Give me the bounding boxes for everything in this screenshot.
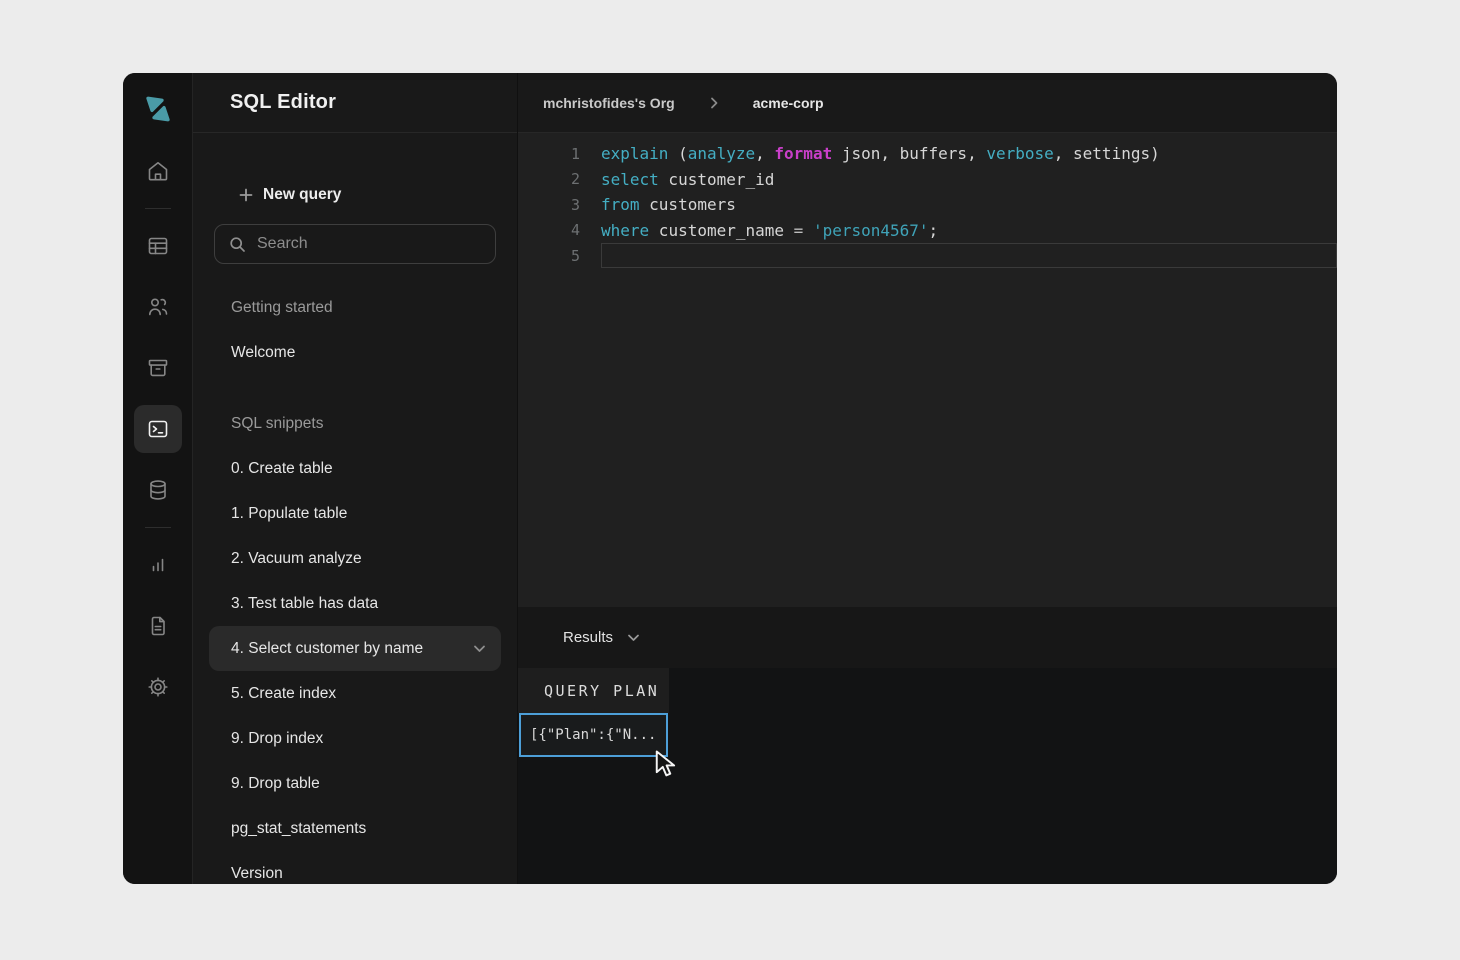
chevron-down-icon[interactable] [626, 630, 641, 645]
sidebar-item-label: 4. Select customer by name [231, 640, 423, 658]
code-token: select [601, 170, 659, 189]
main-area: mchristofides's Org acme-corp 1 explain (… [518, 73, 1337, 884]
sidebar-item-9-drop-index[interactable]: 9. Drop index [209, 716, 501, 761]
chevron-down-icon [472, 641, 487, 656]
code-text: from customers [601, 192, 1337, 217]
line-number: 4 [518, 221, 580, 239]
sidebar-item-label: 2. Vacuum analyze [231, 550, 362, 568]
grid-header-row: QUERY PLAN [518, 668, 1337, 713]
code-line: 4 where customer_name = 'person4567'; [518, 218, 1337, 244]
sidebar-item-label: 9. Drop index [231, 730, 323, 748]
code-token: = [794, 221, 804, 240]
query-sidebar: SQL Editor New query Search Getting star… [193, 73, 518, 884]
code-token: ; [929, 221, 939, 240]
sidebar-item-4-select-customer-by-name[interactable]: 4. Select customer by name [209, 626, 501, 671]
code-text [601, 243, 1337, 268]
section-header: SQL snippets [209, 401, 501, 446]
document-icon[interactable] [134, 602, 182, 650]
sidebar-item-1-populate-table[interactable]: 1. Populate table [209, 491, 501, 536]
code-token: analyze [688, 144, 755, 163]
sidebar-body: New query Search Getting started Welcome S… [193, 133, 517, 884]
code-token: , [755, 144, 774, 163]
chevron-right-icon [707, 96, 721, 110]
app-logo [142, 93, 174, 125]
code-line: 3 from customers [518, 192, 1337, 218]
sidebar-item-label: Version [231, 865, 283, 883]
code-token: json, buffers, [832, 144, 986, 163]
sidebar-item-label: 1. Populate table [231, 505, 347, 523]
rail-divider [145, 208, 171, 209]
breadcrumb-project[interactable]: acme-corp [753, 95, 824, 111]
home-icon[interactable] [134, 147, 182, 195]
code-token: verbose [986, 144, 1053, 163]
table-icon[interactable] [134, 222, 182, 270]
code-token: 'person4567' [813, 221, 929, 240]
rail-divider [145, 527, 171, 528]
code-text: select customer_id [601, 167, 1337, 192]
sql-code-editor[interactable]: 1 explain (analyze, format json, buffers,… [518, 133, 1337, 607]
search-placeholder: Search [257, 235, 308, 253]
sidebar-item-pg-stat-statements[interactable]: pg_stat_statements [209, 806, 501, 851]
code-token [803, 221, 813, 240]
page-title: SQL Editor [230, 91, 336, 114]
code-text: where customer_name = 'person4567'; [601, 218, 1337, 243]
code-token: customer_name [649, 221, 794, 240]
sidebar-item-label: Welcome [231, 344, 295, 362]
code-token: , settings) [1054, 144, 1160, 163]
breadcrumb-org[interactable]: mchristofides's Org [543, 95, 675, 111]
sidebar-item-label: 3. Test table has data [231, 595, 378, 613]
code-token: explain [601, 144, 668, 163]
line-number: 3 [518, 196, 580, 214]
new-query-button[interactable]: New query [238, 183, 501, 207]
archive-icon[interactable] [134, 344, 182, 392]
query-list: Getting started Welcome SQL snippets 0. Cre… [209, 285, 501, 884]
database-icon[interactable] [134, 466, 182, 514]
sql-editor-window: SQL Editor New query Search Getting star… [123, 73, 1337, 884]
code-token: from [601, 195, 640, 214]
sidebar-header: SQL Editor [193, 73, 517, 133]
code-token: customer_id [659, 170, 775, 189]
code-token: where [601, 221, 649, 240]
code-line: 2 select customer_id [518, 167, 1337, 193]
code-text: explain (analyze, format json, buffers, … [601, 141, 1337, 166]
section-header: Getting started [209, 285, 501, 330]
new-query-label: New query [263, 186, 341, 204]
results-grid: QUERY PLAN [{"Plan":{"N... [518, 668, 1337, 884]
sidebar-item-5-create-index[interactable]: 5. Create index [209, 671, 501, 716]
sidebar-item-label: 5. Create index [231, 685, 336, 703]
sidebar-item-label: 9. Drop table [231, 775, 320, 793]
sidebar-item-9-drop-table[interactable]: 9. Drop table [209, 761, 501, 806]
grid-body: [{"Plan":{"N... [518, 713, 1337, 757]
sidebar-item-label: 0. Create table [231, 460, 333, 478]
terminal-icon[interactable] [134, 405, 182, 453]
search-icon [229, 236, 246, 253]
sidebar-item-0-create-table[interactable]: 0. Create table [209, 446, 501, 491]
sidebar-item-version[interactable]: Version [209, 851, 501, 884]
results-toolbar: Results [518, 607, 1337, 668]
chart-icon[interactable] [134, 541, 182, 589]
code-token: ( [668, 144, 687, 163]
line-number: 5 [518, 247, 580, 265]
code-token: format [774, 144, 832, 163]
code-line: 1 explain (analyze, format json, buffers,… [518, 141, 1337, 167]
line-number: 2 [518, 170, 580, 188]
code-token: customers [640, 195, 736, 214]
search-input[interactable]: Search [214, 224, 496, 264]
sidebar-item-welcome[interactable]: Welcome [209, 330, 501, 375]
column-header[interactable]: QUERY PLAN [518, 668, 669, 713]
line-number: 1 [518, 145, 580, 163]
sidebar-item-2-vacuum-analyze[interactable]: 2. Vacuum analyze [209, 536, 501, 581]
result-cell[interactable]: [{"Plan":{"N... [519, 713, 668, 757]
plus-icon [238, 187, 254, 203]
code-line: 5 [518, 243, 1337, 269]
sidebar-item-label: pg_stat_statements [231, 820, 366, 838]
sidebar-item-3-test-table-has-data[interactable]: 3. Test table has data [209, 581, 501, 626]
breadcrumb: mchristofides's Org acme-corp [518, 73, 1337, 133]
gear-icon[interactable] [134, 663, 182, 711]
users-icon[interactable] [134, 283, 182, 331]
icon-rail [123, 73, 193, 884]
results-label: Results [563, 629, 613, 646]
